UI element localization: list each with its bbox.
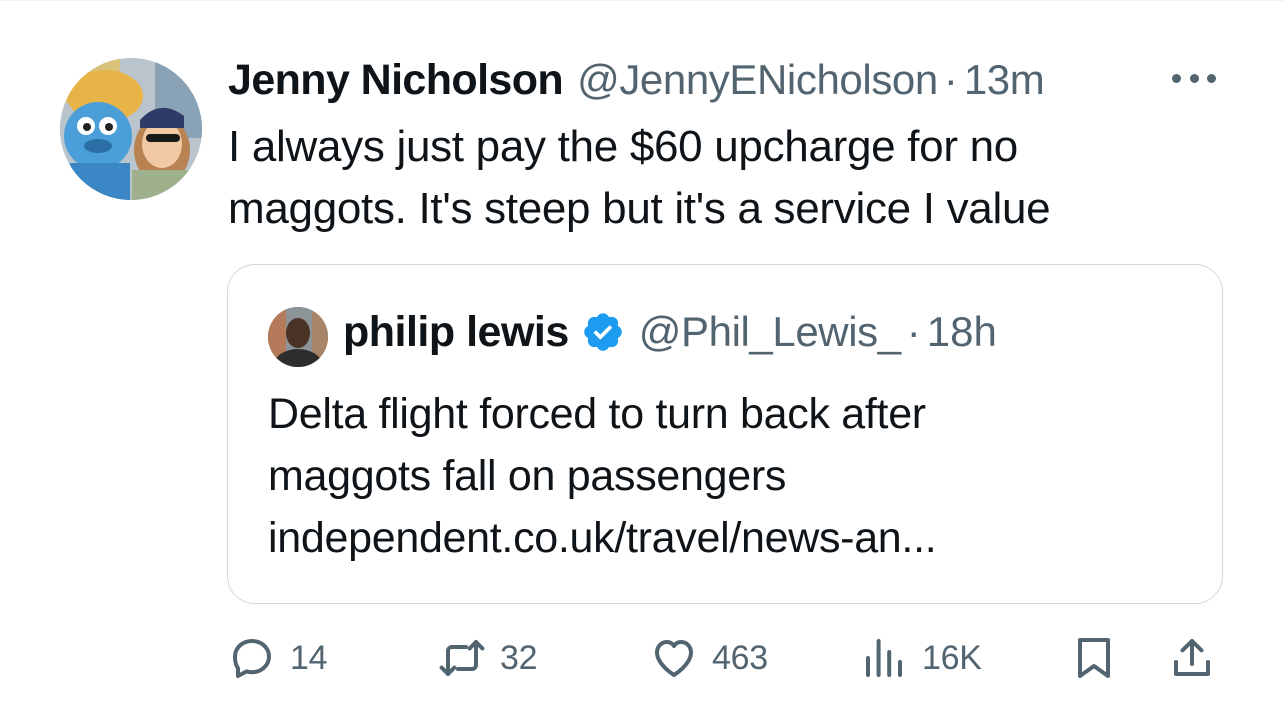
tweet-text-line: I always just pay the $60 upcharge for n… bbox=[228, 122, 1018, 171]
tweet-header: Jenny Nicholson @JennyENicholson · 13m bbox=[228, 56, 1045, 106]
retweet-count: 32 bbox=[500, 638, 538, 677]
views-button[interactable]: 16K bbox=[860, 628, 982, 688]
bookmark-icon bbox=[1078, 638, 1110, 678]
separator-dot: · bbox=[943, 56, 958, 103]
top-divider bbox=[0, 0, 1284, 1]
reply-icon bbox=[233, 639, 271, 678]
action-bar: 14 32 463 16K bbox=[0, 628, 1284, 688]
share-button[interactable] bbox=[1168, 628, 1216, 688]
like-button[interactable]: 463 bbox=[650, 628, 768, 688]
reply-count: 14 bbox=[290, 638, 328, 677]
bookmark-button[interactable] bbox=[1070, 628, 1118, 688]
retweet-button[interactable]: 32 bbox=[438, 628, 538, 688]
avatar-image bbox=[60, 58, 202, 200]
tweet-timestamp[interactable]: 13m bbox=[964, 56, 1045, 104]
views-icon bbox=[866, 639, 902, 677]
author-handle[interactable]: @JennyENicholson bbox=[577, 56, 938, 104]
heart-icon bbox=[655, 640, 693, 677]
reply-button[interactable]: 14 bbox=[228, 628, 328, 688]
quoted-tweet-timestamp[interactable]: 18h bbox=[927, 308, 997, 356]
share-icon bbox=[1174, 639, 1210, 676]
views-count: 16K bbox=[922, 638, 982, 677]
quoted-text-line: Delta flight forced to turn back after bbox=[268, 390, 926, 438]
quoted-text-line: maggots fall on passengers bbox=[268, 452, 787, 500]
quoted-link[interactable]: independent.co.uk/travel/news-an... bbox=[268, 507, 937, 569]
retweet-icon bbox=[439, 640, 485, 676]
author-avatar[interactable] bbox=[60, 58, 202, 200]
quoted-tweet-card[interactable]: philip lewis @Phil_Lewis_ · 18h Delta fl… bbox=[227, 264, 1223, 604]
tweet-text-line: maggots. It's steep but it's a service I… bbox=[228, 184, 1051, 233]
quoted-avatar-image bbox=[268, 307, 328, 367]
quoted-tweet-header: philip lewis @Phil_Lewis_ · 18h bbox=[343, 307, 997, 357]
more-dot bbox=[1207, 73, 1216, 83]
quoted-author-name[interactable]: philip lewis bbox=[343, 308, 569, 357]
author-name[interactable]: Jenny Nicholson bbox=[228, 56, 564, 105]
more-icon[interactable] bbox=[1168, 66, 1220, 90]
quoted-author-avatar[interactable] bbox=[268, 307, 328, 367]
more-dot bbox=[1172, 73, 1181, 83]
verified-badge-icon bbox=[581, 310, 625, 354]
tweet-text: I always just pay the $60 upcharge for n… bbox=[228, 116, 1188, 240]
more-dot bbox=[1189, 73, 1199, 83]
like-count: 463 bbox=[712, 638, 768, 677]
separator-dot: · bbox=[906, 308, 921, 355]
quoted-tweet-text: Delta flight forced to turn back after m… bbox=[268, 383, 937, 569]
quoted-author-handle[interactable]: @Phil_Lewis_ bbox=[639, 308, 901, 356]
